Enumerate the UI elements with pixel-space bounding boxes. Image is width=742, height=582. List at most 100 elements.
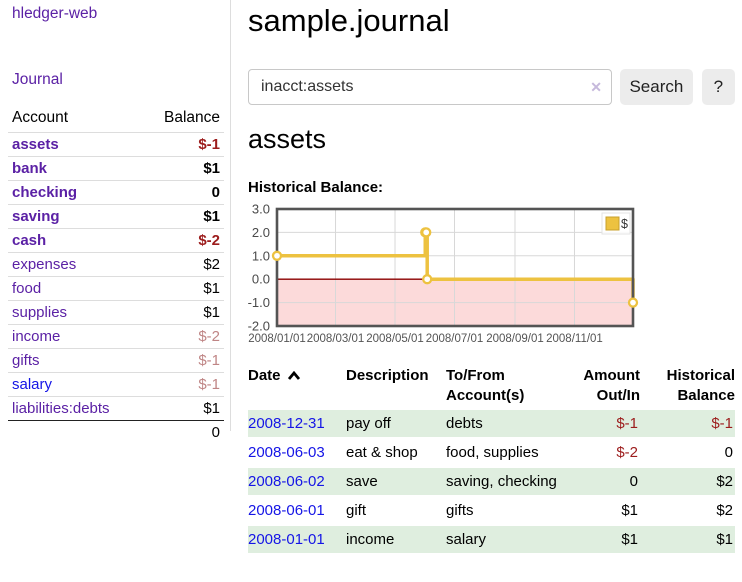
account-balance: $1: [142, 397, 224, 421]
legend-swatch: [606, 217, 619, 230]
account-link-expenses[interactable]: expenses: [12, 256, 76, 273]
table-row: supplies $1: [8, 301, 224, 325]
table-row: expenses $2: [8, 253, 224, 277]
table-row: checking 0: [8, 181, 224, 205]
table-row: 2008-01-01 income salary $1 $1: [248, 526, 735, 553]
x-axis-tick: 2008/09/01: [486, 333, 544, 345]
transaction-description: gift: [346, 497, 446, 524]
y-axis-tick: 2.0: [252, 225, 270, 240]
data-point: [273, 252, 281, 260]
transaction-description: eat & shop: [346, 439, 446, 466]
data-point: [422, 228, 430, 236]
main-content: sample.journal ✕ Search ? assets Histori…: [248, 0, 735, 39]
transaction-balance: $2: [640, 497, 735, 524]
transaction-description: income: [346, 526, 446, 553]
transaction-description: pay off: [346, 410, 446, 437]
account-balance: $1: [142, 205, 224, 229]
page-title: sample.journal: [248, 0, 735, 39]
account-link-food[interactable]: food: [12, 280, 41, 297]
account-balance: $-1: [142, 349, 224, 373]
account-balance: $-2: [142, 229, 224, 253]
transaction-date-link[interactable]: 2008-12-31: [248, 415, 325, 432]
register-header-date[interactable]: Date: [248, 364, 346, 408]
help-button[interactable]: ?: [702, 69, 735, 105]
account-link-salary[interactable]: salary: [12, 376, 52, 393]
x-axis-tick: 2008/05/01: [366, 333, 424, 345]
account-link-checking[interactable]: checking: [12, 184, 77, 201]
balance-chart: $3.02.01.00.0-1.0-2.02008/01/012008/03/0…: [248, 203, 735, 347]
data-point: [629, 299, 637, 307]
sidebar-item-journal[interactable]: Journal: [12, 71, 63, 89]
transaction-accounts: food, supplies: [446, 439, 558, 466]
table-row: 2008-06-01 gift gifts $1 $2: [248, 497, 735, 524]
account-link-cash[interactable]: cash: [12, 232, 46, 249]
chart-legend: $: [602, 213, 630, 234]
table-row: assets $-1: [8, 133, 224, 157]
transaction-date-link[interactable]: 2008-06-03: [248, 444, 325, 461]
account-balance: $1: [142, 301, 224, 325]
transaction-amount: $-2: [558, 439, 640, 466]
clear-search-icon[interactable]: ✕: [590, 78, 602, 96]
account-link-saving[interactable]: saving: [12, 208, 60, 225]
table-row: 2008-12-31 pay off debts $-1 $-1: [248, 410, 735, 437]
table-row: gifts $-1: [8, 349, 224, 373]
y-axis-tick: -1.0: [248, 295, 270, 310]
account-balance: $1: [142, 157, 224, 181]
accounts-total-row: 0: [8, 421, 224, 445]
transaction-balance: 0: [640, 439, 735, 466]
table-row: cash $-2: [8, 229, 224, 253]
transaction-description: save: [346, 468, 446, 495]
x-axis-tick: 2008/03/01: [307, 333, 365, 345]
transaction-accounts: saving, checking: [446, 468, 558, 495]
accounts-header-balance: Balance: [142, 106, 224, 133]
transaction-date-link[interactable]: 2008-01-01: [248, 531, 325, 548]
y-axis-tick: 0.0: [252, 272, 270, 287]
account-link-gifts[interactable]: gifts: [12, 352, 40, 369]
transaction-amount: $1: [558, 526, 640, 553]
account-balance: 0: [142, 181, 224, 205]
table-row: 2008-06-03 eat & shop food, supplies $-2…: [248, 439, 735, 466]
transaction-amount: $-1: [558, 410, 640, 437]
account-link-liabilities-debts[interactable]: liabilities:debts: [12, 400, 110, 417]
search-input[interactable]: [248, 69, 612, 105]
table-row: liabilities:debts $1: [8, 397, 224, 421]
accounts-header-row: Account Balance: [8, 106, 224, 133]
y-axis-tick: 1.0: [252, 248, 270, 263]
account-balance: $1: [142, 277, 224, 301]
transaction-date-link[interactable]: 2008-06-01: [248, 502, 325, 519]
transaction-accounts: debts: [446, 410, 558, 437]
account-balance: $-2: [142, 325, 224, 349]
accounts-table: Account Balance assets $-1 bank $1 check…: [8, 106, 224, 445]
transaction-balance: $2: [640, 468, 735, 495]
register-header-accounts: To/From Account(s): [446, 364, 558, 408]
accounts-header-account: Account: [8, 106, 142, 133]
register-table: Date Description To/From Account(s) Amou…: [248, 362, 735, 555]
register-header-balance: Historical Balance: [640, 364, 735, 408]
sidebar: hledger-web Journal Account Balance asse…: [0, 0, 231, 431]
transaction-date-link[interactable]: 2008-06-02: [248, 473, 325, 490]
chevron-up-icon: [287, 371, 301, 381]
table-row: salary $-1: [8, 373, 224, 397]
account-link-supplies[interactable]: supplies: [12, 304, 67, 321]
register-header-row: Date Description To/From Account(s) Amou…: [248, 364, 735, 408]
transaction-amount: 0: [558, 468, 640, 495]
x-axis-tick: 2008/01/01: [248, 333, 306, 345]
balance-chart-svg: $3.02.01.00.0-1.0-2.02008/01/012008/03/0…: [248, 203, 735, 347]
x-axis-tick: 2008/07/01: [426, 333, 484, 345]
chart-title: Historical Balance:: [248, 179, 383, 196]
table-row: 2008-06-02 save saving, checking 0 $2: [248, 468, 735, 495]
x-axis-tick: 2008/11/01: [546, 333, 603, 345]
transaction-accounts: gifts: [446, 497, 558, 524]
account-link-income[interactable]: income: [12, 328, 60, 345]
transaction-balance: $-1: [640, 410, 735, 437]
accounts-total-value: 0: [142, 421, 224, 445]
account-balance: $-1: [142, 133, 224, 157]
register-header-description: Description: [346, 364, 446, 408]
register-header-date-label: Date: [248, 366, 281, 386]
app-title-link[interactable]: hledger-web: [12, 5, 97, 23]
account-link-bank[interactable]: bank: [12, 160, 47, 177]
account-balance: $-1: [142, 373, 224, 397]
account-link-assets[interactable]: assets: [12, 136, 59, 153]
register-header-amount: Amount Out/In: [558, 364, 640, 408]
search-button[interactable]: Search: [620, 69, 693, 105]
